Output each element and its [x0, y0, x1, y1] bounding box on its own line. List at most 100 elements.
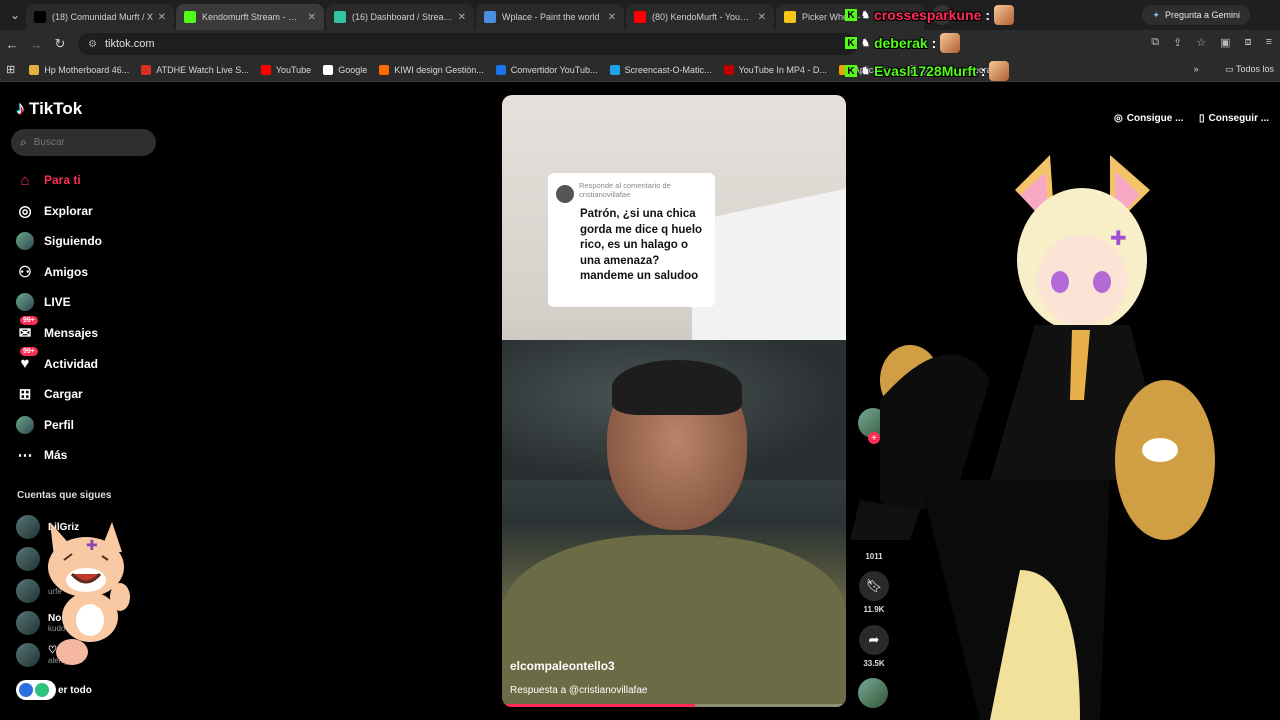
nav-label: Cargar [44, 387, 83, 402]
tiktok-logo[interactable]: ♪ TikTok [16, 98, 82, 119]
comment-header: Responde al comentario de cristianovilla… [579, 181, 671, 199]
chevron-right-icon: » [1193, 64, 1199, 74]
browser-tab[interactable]: (16) Dashboard / Streamla ✕ [326, 4, 474, 30]
forward-arrow-icon[interactable]: → [24, 37, 48, 52]
bookmark-item[interactable]: ATDHE Watch Live S... [141, 64, 249, 75]
get-app-button[interactable]: ▯ Conseguir ... [1199, 109, 1269, 127]
bookmark-label: KIWI design Gestión... [394, 64, 484, 75]
close-tab-icon[interactable]: ✕ [458, 12, 466, 23]
tab-search-chevron-icon[interactable]: ⌄ [4, 8, 26, 22]
phone-icon: ▯ [1199, 112, 1205, 124]
chat-message: K ♞ crossesparkune : [845, 5, 1015, 25]
chat-username: Evasl1728Murft [873, 63, 977, 79]
colon: : [985, 7, 991, 23]
bookmark-item[interactable]: Hp Motherboard 46... [29, 64, 129, 75]
activity-icon: ♥ 99+ [15, 346, 38, 374]
bookmark-star-icon[interactable]: ☆ [1196, 36, 1206, 49]
bookmark-favicon-icon [260, 64, 271, 75]
account-avatar [16, 579, 40, 603]
compass-icon: ◎ [18, 202, 32, 220]
notification-badge: 99+ [20, 346, 38, 356]
extensions-puzzle-icon[interactable]: ⧈ [1245, 36, 1252, 49]
ask-gemini-button[interactable]: ✦ Pregunta a Gemini [1142, 5, 1250, 25]
nav-item-perfil[interactable]: Perfil [15, 415, 74, 435]
video-username[interactable]: elcompaleontello3 [510, 659, 615, 673]
bookmark-favicon-icon [323, 64, 334, 75]
nav-item-mensajes[interactable]: ✉ 99+ Mensajes [15, 316, 99, 343]
search-icon: ⌕ [20, 135, 27, 149]
svg-text:✚: ✚ [86, 538, 98, 554]
nav-label: Mensajes [44, 326, 99, 340]
video-player[interactable]: Responde al comentario de cristianovilla… [502, 95, 846, 707]
browser-tab[interactable]: Kendomurft Stream - Wat ✕ [176, 4, 324, 30]
x-logo-icon [34, 11, 46, 23]
bookmark-item[interactable]: YouTube In MP4 - D... [723, 64, 827, 75]
gemini-star-icon: ✦ [1152, 9, 1160, 20]
extension-icon[interactable]: ▣ [1220, 36, 1230, 49]
wheel-logo-icon [784, 11, 796, 23]
video-reply-caption[interactable]: Respuesta a @cristianovillafae [510, 685, 647, 696]
browser-tab[interactable]: (80) KendoMurft - YouTub ✕ [626, 4, 774, 30]
menu-icon[interactable]: ≡ [1266, 36, 1272, 49]
colon: : [931, 35, 937, 51]
bookmark-item[interactable]: Google [323, 64, 367, 75]
upload-icon: ⊞ [18, 386, 32, 404]
see-all-label: er todo [58, 684, 92, 696]
search-box[interactable]: ⌕ [11, 129, 156, 156]
translate-icon[interactable]: ⧉ [1151, 36, 1159, 49]
close-tab-icon[interactable]: ✕ [308, 12, 316, 23]
get-coins-button[interactable]: ◎ Consigue ... [1114, 109, 1183, 127]
streamlabs-widget-icon [16, 680, 56, 700]
nav-item-live[interactable]: LIVE [15, 292, 71, 312]
chat-username: deberak [873, 35, 928, 51]
site-info-icon[interactable]: ⚙ [88, 39, 97, 50]
bookmark-favicon-icon [379, 64, 390, 75]
bookmark-item[interactable]: YouTube [260, 64, 311, 75]
user-badge-icon: ♞ [861, 37, 870, 49]
share-page-icon[interactable]: ⇪ [1173, 36, 1182, 49]
reload-icon[interactable]: ↻ [48, 36, 72, 52]
user-badge-icon: ♞ [861, 65, 870, 77]
close-tab-icon[interactable]: ✕ [158, 12, 166, 23]
see-all-button[interactable]: er todo [16, 680, 92, 700]
nav-item-actividad[interactable]: ♥ 99+ Actividad [15, 346, 99, 374]
nav-item-explorar[interactable]: ◎ Explorar [15, 201, 93, 221]
bookmark-item[interactable]: Convertidor YouTub... [495, 64, 598, 75]
close-tab-icon[interactable]: ✕ [758, 12, 766, 23]
nav-item-cargar[interactable]: ⊞ Cargar [15, 384, 83, 404]
reply-comment-card: Responde al comentario de cristianovilla… [548, 173, 715, 307]
nav-item-para-ti[interactable]: ⌂ Para ti [15, 170, 80, 190]
kick-logo-icon [184, 11, 196, 23]
tiktok-note-icon: ♪ [16, 98, 25, 118]
nav-label: Explorar [44, 203, 93, 218]
wplace-logo-icon [484, 11, 496, 23]
video-progress-bar[interactable] [502, 704, 846, 707]
bookmark-favicon-icon [609, 64, 620, 75]
nav-item-amigos[interactable]: ⚇ Amigos [15, 262, 88, 282]
browser-tab[interactable]: Wplace - Paint the world ✕ [476, 4, 624, 30]
account-avatar [16, 611, 40, 635]
nav-item-siguiendo[interactable]: Siguiendo [15, 231, 102, 251]
all-bookmarks-label: Todos los [1235, 64, 1274, 74]
apps-grid-icon[interactable]: ⊞ [6, 63, 15, 76]
nav-item-más[interactable]: ⋯ Más [15, 445, 68, 465]
bookmarks-bar: ⊞ Hp Motherboard 46... ATDHE Watch Live … [0, 58, 1280, 82]
bookmark-item[interactable]: KIWI design Gestión... [379, 64, 484, 75]
profile-avatar-icon [15, 415, 35, 435]
url-field[interactable]: ⚙ tiktok.com [78, 33, 858, 55]
nav-label: Amigos [44, 264, 89, 279]
all-bookmarks-folder[interactable]: » ▭ Todos los [1194, 64, 1274, 75]
back-arrow-icon[interactable]: ← [0, 37, 24, 52]
bookmark-item[interactable]: Screencast-O-Matic... [609, 64, 712, 75]
search-input[interactable] [33, 137, 134, 148]
colon: : [980, 63, 986, 79]
friends-icon: ⚇ [18, 263, 32, 281]
bookmark-label: Convertidor YouTub... [510, 64, 598, 75]
get-coins-label: Consigue ... [1126, 112, 1184, 124]
vtuber-avatar-overlay: ✚ [850, 155, 1215, 720]
close-tab-icon[interactable]: ✕ [608, 12, 616, 23]
browser-tab[interactable]: (18) Comunidad Murft / X ✕ [26, 4, 174, 30]
nav-label: Actividad [44, 356, 99, 371]
bookmark-favicon-icon [495, 64, 506, 75]
following-section-title: Cuentas que sigues [17, 490, 112, 501]
